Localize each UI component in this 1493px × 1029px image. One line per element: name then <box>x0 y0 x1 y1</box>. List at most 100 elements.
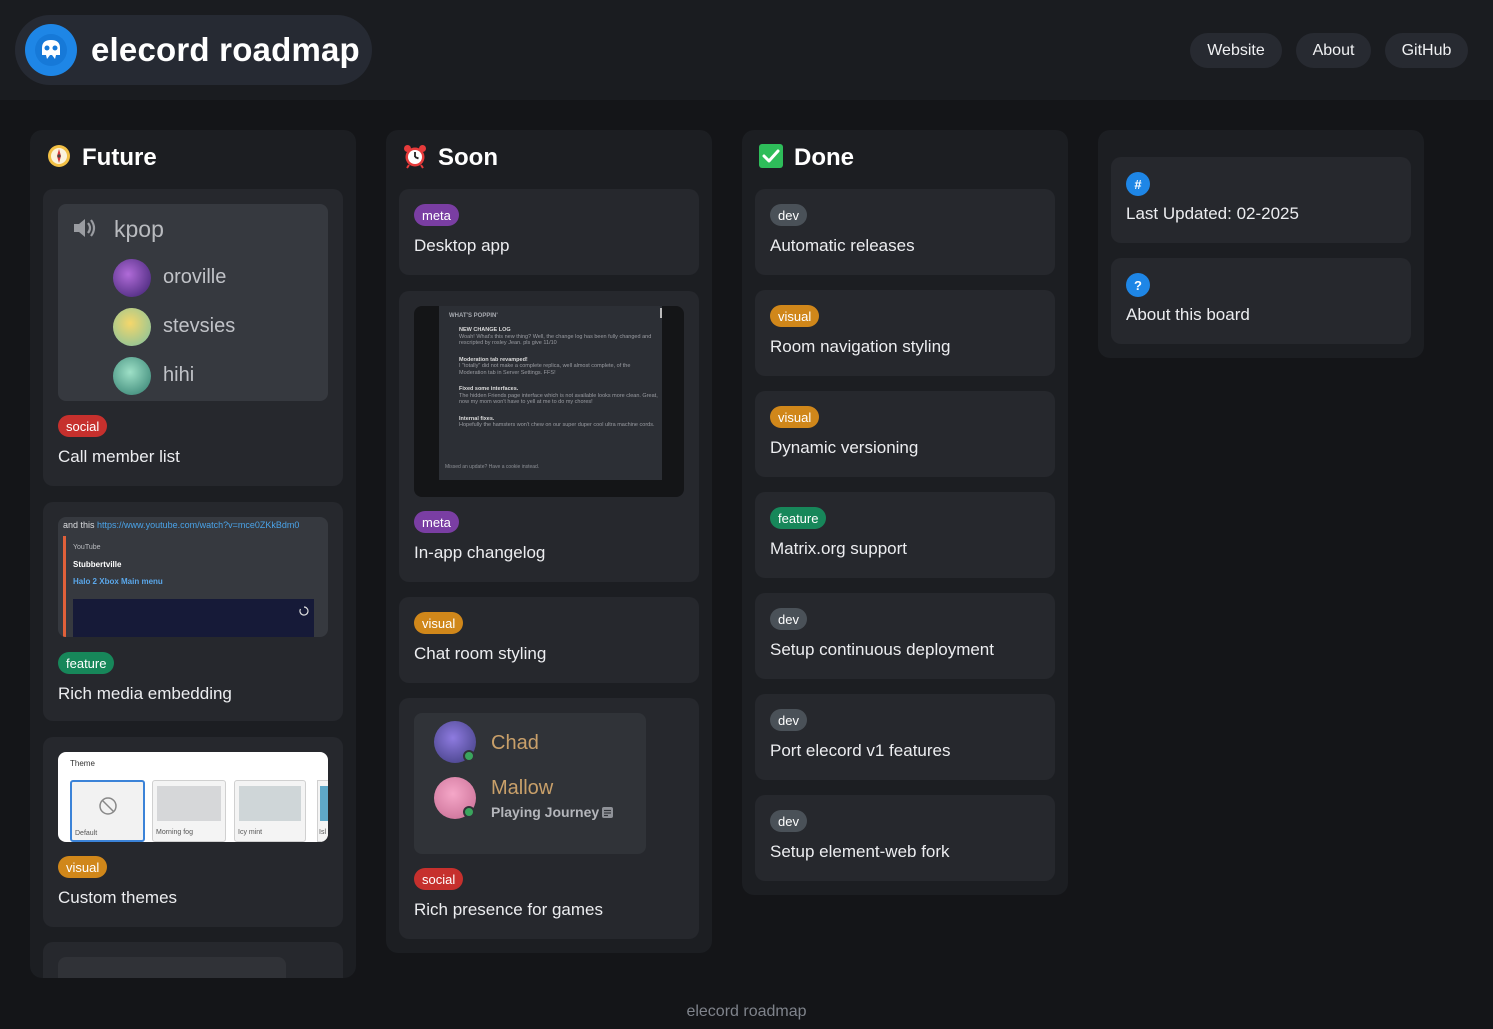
theme-option-icy-mint[interactable]: Icy mint <box>234 780 306 842</box>
tag-social: social <box>414 868 464 890</box>
card-title: Call member list <box>58 447 180 466</box>
card-title: About this board <box>1126 305 1250 324</box>
changelog-preview: WHAT'S POPPIN' NEW CHANGE LOG Woah! What… <box>414 306 684 497</box>
tag-feature: feature <box>770 507 827 529</box>
roadmap-card[interactable]: Theme Default Morning fog Icy mint Isl v… <box>43 737 343 927</box>
changelog-item-title: Internal fixes. <box>459 415 495 422</box>
changelog-item-body: The hidden Friends page interface which … <box>459 392 658 406</box>
loading-spinner-icon <box>299 603 309 621</box>
roadmap-card[interactable]: WHAT'S POPPIN' NEW CHANGE LOG Woah! What… <box>399 291 699 582</box>
theme-picker-preview: Theme Default Morning fog Icy mint Isl <box>58 752 328 842</box>
avatar <box>113 308 151 346</box>
roadmap-card[interactable]: dev Setup continuous deployment <box>755 593 1055 679</box>
tag-dev: dev <box>770 608 807 630</box>
changelog-heading: WHAT'S POPPIN' <box>449 313 498 319</box>
elecord-logo-icon <box>25 24 77 76</box>
card-title: In-app changelog <box>414 543 546 562</box>
info-card-last-updated[interactable]: # Last Updated: 02-2025 <box>1111 157 1411 243</box>
nav-github-button[interactable]: GitHub <box>1385 33 1468 68</box>
voice-channel-preview: kpop oroville stevsies hihi <box>58 204 328 401</box>
embed-accent-bar <box>63 536 66 637</box>
voice-channel-name: kpop <box>114 216 164 242</box>
nav-website-button[interactable]: Website <box>1190 33 1282 68</box>
voice-member-name: oroville <box>163 266 227 288</box>
roadmap-card[interactable]: visual Dynamic versioning <box>755 391 1055 477</box>
embed-link[interactable]: https://www.youtube.com/watch?v=mce0ZKkB… <box>97 520 299 530</box>
roadmap-card[interactable]: visual Chat room styling <box>399 597 699 683</box>
column-future: Future kpop oroville stevsies hihi socia… <box>30 130 356 978</box>
roadmap-card[interactable]: and this https://www.youtube.com/watch?v… <box>43 502 343 721</box>
column-soon-header: Soon <box>402 143 498 173</box>
speaker-icon <box>70 214 98 247</box>
roadmap-card[interactable]: dev Automatic releases <box>755 189 1055 275</box>
roadmap-card[interactable]: kpop oroville stevsies hihi social Call … <box>43 189 343 486</box>
voice-member-name: stevsies <box>163 315 236 337</box>
online-status-icon <box>463 806 475 818</box>
embed-video-player[interactable] <box>73 599 314 637</box>
theme-option-morning-fog[interactable]: Morning fog <box>152 780 226 842</box>
column-done-title: Done <box>794 144 854 171</box>
brand[interactable]: elecord roadmap <box>15 15 372 85</box>
disabled-icon <box>98 796 118 821</box>
theme-option-partial[interactable]: Isl <box>317 780 328 842</box>
presence-user-name: Chad <box>491 732 539 754</box>
tag-dev: dev <box>770 709 807 731</box>
brand-title: elecord roadmap <box>91 31 360 68</box>
roadmap-card[interactable]: dev Port elecord v1 features <box>755 694 1055 780</box>
column-done: Done dev Automatic releases visual Room … <box>742 130 1068 895</box>
roadmap-card[interactable] <box>43 942 343 978</box>
card-title: Dynamic versioning <box>770 438 919 457</box>
theme-option-default[interactable]: Default <box>70 780 145 842</box>
column-future-header: Future <box>46 143 157 173</box>
changelog-item-body: I "totally" did not make a complete repl… <box>459 363 631 376</box>
column-soon: Soon meta Desktop app WHAT'S POPPIN' NEW… <box>386 130 712 953</box>
changelog-item-body: Hopefully the hamsters won't chew on our… <box>459 422 655 429</box>
changelog-item-title: NEW CHANGE LOG <box>459 327 511 333</box>
rich-presence-preview: Chad Mallow Playing Journey <box>414 713 646 854</box>
tag-meta: meta <box>414 511 459 533</box>
tag-feature: feature <box>58 652 115 674</box>
theme-option-label: Icy mint <box>238 829 263 836</box>
roadmap-card[interactable]: meta Desktop app <box>399 189 699 275</box>
column-soon-title: Soon <box>438 144 498 171</box>
tag-visual: visual <box>414 612 464 634</box>
roadmap-card[interactable]: dev Setup element-web fork <box>755 795 1055 881</box>
tag-dev: dev <box>770 810 807 832</box>
changelog-item-title: Fixed some interfaces. <box>459 386 519 393</box>
tag-social: social <box>58 415 108 437</box>
card-title: Setup continuous deployment <box>770 640 994 659</box>
nav-about-button[interactable]: About <box>1296 33 1371 68</box>
presence-activity: Playing Journey <box>491 804 600 820</box>
roadmap-card[interactable]: visual Room navigation styling <box>755 290 1055 376</box>
avatar <box>113 259 151 297</box>
card-thumbnail <box>58 957 286 978</box>
column-future-title: Future <box>82 144 157 171</box>
embed-video-title[interactable]: Halo 2 Xbox Main menu <box>73 577 163 586</box>
theme-option-label: Morning fog <box>156 829 193 836</box>
roadmap-card[interactable]: feature Matrix.org support <box>755 492 1055 578</box>
card-title: Automatic releases <box>770 236 915 255</box>
question-icon: ? <box>1126 273 1150 297</box>
theme-label: Theme <box>70 759 95 768</box>
presence-user-name: Mallow <box>491 777 554 799</box>
alarm-clock-icon <box>402 143 428 174</box>
card-title: Setup element-web fork <box>770 842 950 861</box>
embed-message-prefix: and this <box>63 520 95 530</box>
hash-icon: # <box>1126 172 1150 196</box>
card-title: Rich presence for games <box>414 900 603 919</box>
card-title: Rich media embedding <box>58 684 232 703</box>
voice-member-name: hihi <box>163 364 195 386</box>
check-mark-icon <box>758 143 784 174</box>
avatar <box>113 357 151 395</box>
tag-visual: visual <box>770 406 820 428</box>
column-info: # Last Updated: 02-2025 ? About this boa… <box>1098 130 1424 358</box>
theme-option-label: Isl <box>319 829 326 836</box>
embed-provider: YouTube <box>73 544 101 551</box>
info-card-about[interactable]: ? About this board <box>1111 258 1411 344</box>
roadmap-card[interactable]: Chad Mallow Playing Journey social Rich … <box>399 698 699 939</box>
tag-meta: meta <box>414 204 459 226</box>
tag-visual: visual <box>770 305 820 327</box>
rich-presence-icon <box>601 806 614 824</box>
card-title: Last Updated: 02-2025 <box>1126 204 1299 223</box>
scrollbar[interactable] <box>660 308 662 318</box>
